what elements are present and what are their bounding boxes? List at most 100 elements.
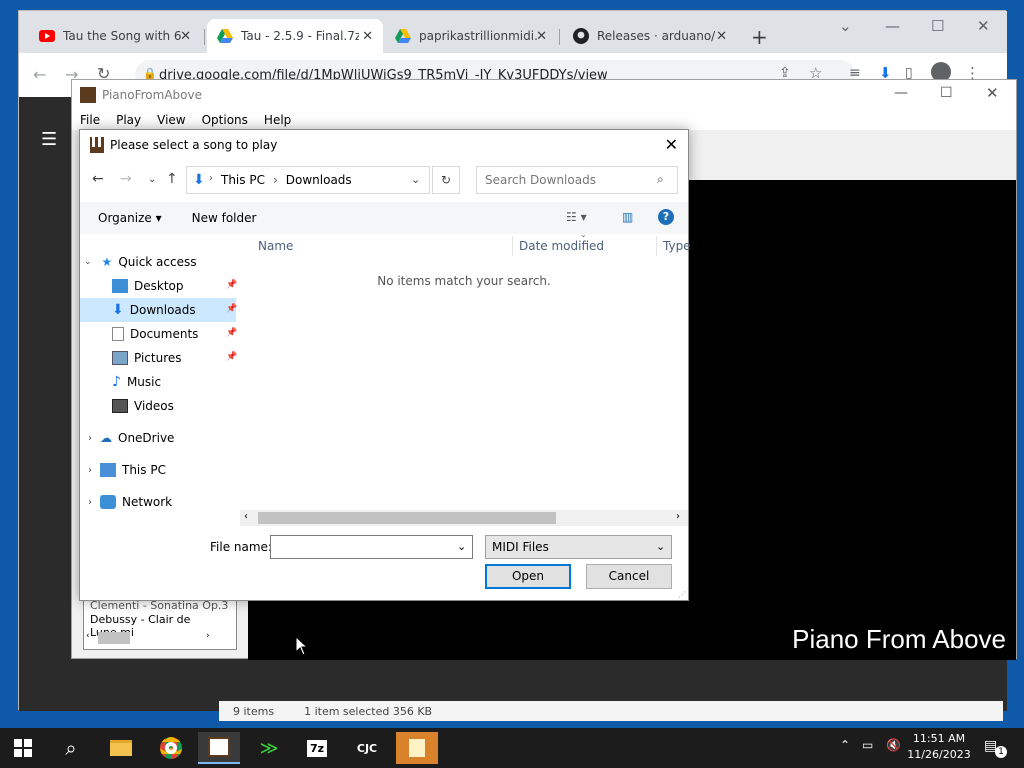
chevron-down-icon[interactable]: ⌄ [411, 173, 420, 186]
sort-chevron-icon: ⌄ [580, 230, 587, 239]
list-icon[interactable]: ☰ [41, 129, 57, 150]
tab-search-chevron-icon[interactable]: ⌄ [839, 17, 852, 35]
view-options-icon[interactable]: ☷ ▾ [566, 210, 587, 224]
sidebar-item-pictures[interactable]: Pictures [112, 346, 182, 370]
file-type-filter[interactable]: MIDI Files ⌄ [485, 535, 672, 559]
maximize-button[interactable]: ☐ [940, 85, 953, 101]
chevron-right-icon[interactable]: › [88, 497, 92, 508]
sidebar-item-documents[interactable]: Documents [112, 322, 198, 346]
system-clock[interactable]: 11:51 AM 11/26/2023 [904, 731, 974, 763]
computer-icon [100, 463, 116, 477]
menu-options[interactable]: Options [194, 113, 256, 127]
file-explorer-icon[interactable] [100, 732, 142, 764]
chrome-icon[interactable] [150, 732, 192, 764]
sidebar-item-quick-access[interactable]: ⌄ ★ Quick access [84, 250, 197, 274]
open-button[interactable]: Open [485, 564, 571, 589]
minimize-button[interactable]: — [885, 17, 900, 35]
documents-icon [112, 327, 124, 341]
organize-button[interactable]: Organize ▾ [98, 211, 162, 225]
network-tray-icon[interactable]: ▭ [862, 738, 873, 752]
volume-muted-icon[interactable]: 🔇 [886, 738, 901, 752]
arrows-app-icon[interactable]: ≫ [248, 732, 290, 764]
chevron-right-icon[interactable]: › [88, 433, 92, 444]
google-drive-icon [395, 29, 411, 43]
cloud-icon: ☁ [100, 431, 112, 445]
list-item[interactable]: Debussy - Clair de Lune.mi [84, 613, 236, 639]
recent-chevron-icon[interactable]: ⌄ [148, 174, 156, 185]
chevron-down-icon[interactable]: ⌄ [656, 540, 665, 553]
breadcrumb-downloads[interactable]: Downloads [286, 173, 352, 187]
horizontal-scrollbar[interactable]: ‹ › [240, 510, 688, 526]
chevron-left-icon[interactable]: ‹ [86, 631, 90, 641]
list-item[interactable]: Clementi - Sonatina Op.3 [84, 599, 236, 613]
chevron-down-icon[interactable]: ⌄ [84, 257, 92, 267]
dialog-title: Please select a song to play [110, 138, 278, 152]
pin-icon: 📌 [226, 352, 238, 362]
7zip-icon[interactable]: 7z [296, 732, 338, 764]
close-icon[interactable]: ✕ [362, 29, 373, 44]
breadcrumb[interactable]: ⬇ › This PC › Downloads ⌄ [186, 166, 430, 194]
cancel-button[interactable]: Cancel [586, 564, 672, 589]
song-list[interactable]: Clementi - Sonatina Op.3 Debussy - Clair… [83, 598, 237, 650]
chevron-up-icon[interactable]: ⌃ [840, 738, 850, 752]
menu-help[interactable]: Help [256, 113, 299, 127]
tab-strip: Tau the Song with 6.2 ✕ Tau - 2.5.9 - Fi… [19, 11, 1007, 53]
close-icon[interactable]: ✕ [716, 29, 727, 44]
sidebar-item-music[interactable]: ♪ Music [112, 370, 161, 394]
help-icon[interactable]: ? [658, 209, 674, 225]
column-type[interactable]: Type [663, 239, 691, 253]
new-folder-button[interactable]: New folder [192, 211, 257, 225]
tab-github[interactable]: Releases · arduano/Z ✕ [563, 19, 737, 53]
new-tab-button[interactable]: + [751, 25, 768, 49]
search-input[interactable]: Search Downloads ⌕ [476, 166, 678, 194]
chevron-right-icon[interactable]: › [88, 465, 92, 476]
chevron-right-icon[interactable]: › [676, 511, 680, 522]
scrollbar-thumb[interactable] [98, 632, 130, 644]
close-icon[interactable]: ✕ [665, 135, 678, 154]
sidebar-item-downloads[interactable]: ⬇ Downloads [80, 298, 236, 322]
sidebar-item-onedrive[interactable]: › ☁ OneDrive [88, 426, 174, 450]
refresh-button[interactable]: ↻ [432, 166, 460, 194]
close-icon[interactable]: ✕ [180, 29, 191, 44]
windows-start-button[interactable] [2, 732, 44, 764]
tab-label: Releases · arduano/Z [597, 29, 715, 43]
cjc-app-icon[interactable]: CJC [346, 732, 388, 764]
minimize-button[interactable]: — [894, 85, 908, 101]
close-window-button[interactable]: ✕ [977, 17, 990, 35]
pianofromabove-taskbar-icon[interactable] [198, 732, 240, 764]
chevron-left-icon[interactable]: ‹ [244, 511, 248, 522]
downloads-icon: ⬇ [193, 172, 205, 188]
tab-youtube[interactable]: Tau the Song with 6.2 ✕ [29, 19, 201, 53]
back-arrow-icon[interactable]: ← [92, 171, 104, 187]
close-icon[interactable]: ✕ [536, 29, 547, 44]
menu-play[interactable]: Play [108, 113, 149, 127]
sidebar-item-this-pc[interactable]: › This PC [88, 458, 166, 482]
file-name-label: File name: [210, 540, 272, 554]
column-date-modified[interactable]: Date modified [519, 239, 604, 253]
menu-file[interactable]: File [72, 113, 108, 127]
preview-pane-icon[interactable]: ▥ [622, 210, 633, 224]
search-icon[interactable]: ⌕ [50, 732, 92, 764]
tab-drive-2[interactable]: paprikastrillionmidi.m ✕ [385, 19, 557, 53]
media-player-icon[interactable] [396, 732, 438, 764]
file-name-field[interactable]: ⌄ [270, 535, 473, 559]
downloads-icon: ⬇ [112, 302, 124, 318]
sidebar-item-network[interactable]: › Network [88, 490, 172, 514]
up-arrow-icon[interactable]: ↑ [166, 171, 178, 187]
scrollbar-thumb[interactable] [258, 512, 556, 524]
maximize-button[interactable]: ☐ [931, 17, 944, 35]
breadcrumb-this-pc[interactable]: This PC [221, 173, 265, 187]
chevron-right-icon[interactable]: › [206, 631, 210, 641]
chevron-down-icon[interactable]: ⌄ [457, 540, 466, 553]
menu-view[interactable]: View [149, 113, 193, 127]
sidebar-item-videos[interactable]: Videos [112, 394, 174, 418]
resize-grip-icon[interactable]: ⋰ [678, 590, 686, 599]
forward-arrow-icon[interactable]: → [120, 171, 132, 187]
close-window-button[interactable]: ✕ [986, 84, 999, 102]
back-button[interactable]: ← [33, 65, 46, 84]
app-title-bar: PianoFromAbove — ☐ ✕ [72, 80, 1016, 110]
tab-drive-active[interactable]: Tau - 2.5.9 - Final.7z ✕ [207, 19, 383, 53]
sidebar-item-desktop[interactable]: Desktop [112, 274, 184, 298]
navigation-pane: ⌄ ★ Quick access Desktop 📌 ⬇ Downloads 📌… [80, 236, 238, 526]
column-name[interactable]: Name [258, 239, 293, 253]
